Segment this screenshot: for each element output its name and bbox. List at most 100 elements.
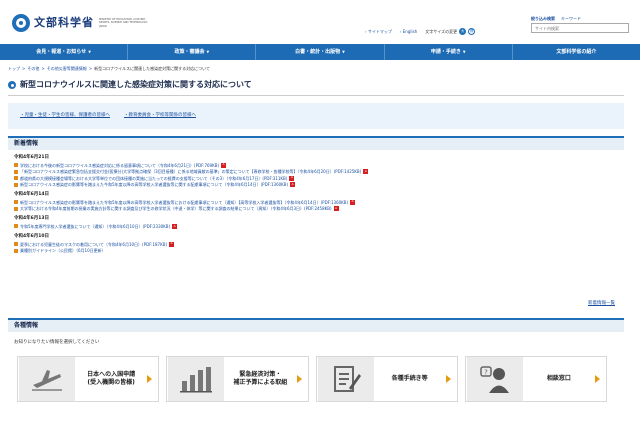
card-label: 相談窓口 [546, 374, 571, 382]
breadcrumb-separator: > [88, 66, 93, 71]
mext-logo-icon [12, 14, 30, 32]
logo[interactable]: 文部科学省 MINISTRY OF EDUCATION, CULTURE, SP… [12, 14, 154, 32]
pdf-icon: A [363, 168, 369, 175]
pdf-icon: A [333, 205, 339, 212]
news-item[interactable]: 夏季における児童生徒のマスクの着用について（令和4年6月10日）(PDF:187… [14, 241, 618, 247]
search-tabs: 絞り込み検索 キーワード [531, 16, 629, 21]
news-item[interactable]: 令和5年度専門学校入学者選抜について（通知）（令和4年6月10日）(PDF:23… [14, 224, 618, 229]
svg-text:?: ? [484, 369, 488, 377]
card-label: 緊急経済対策・ 補正予算による取組 [233, 370, 288, 386]
news-heading: 新着情報 [8, 136, 624, 150]
info-cards: 日本への入国申請 (受入機関の皆様) 緊急経済対策・ 補正予算による取組 各種手続き… [17, 356, 607, 402]
news-item[interactable]: 新型コロナウイルス感染症の影響等を踏まえた今和5年度以降の高等学校入学者選抜等に… [14, 181, 618, 188]
square-bullet-icon [14, 163, 18, 168]
breadcrumb-disaster[interactable]: その他災害等関連情報 [47, 66, 87, 71]
global-nav: 会見・報道・お知らせ ▼ 政策・審議会 ▼ 白書・統計・出版物 ▼ 申請・手続き ▼ 文… [0, 44, 640, 60]
triangle-right-icon [147, 375, 153, 383]
card-label: 日本への入国申請 (受入機関の皆様) [87, 370, 136, 386]
square-bullet-icon [14, 248, 18, 253]
nav-item-policy[interactable]: 政策・審議会 ▼ [128, 44, 257, 60]
triangle-right-icon [445, 375, 451, 383]
pdf-icon: A [289, 175, 295, 181]
news-group: 令和4年6月10日 夏季における児童生徒のマスクの着用について（令和4年6月10… [14, 234, 618, 253]
chevron-right-icon: › [399, 29, 402, 34]
site-header: 文部科学省 MINISTRY OF EDUCATION, CULTURE, SP… [0, 0, 640, 40]
site-search: 絞り込み検索 キーワード [531, 16, 629, 33]
fontsize-large-button[interactable]: 大 [459, 28, 467, 35]
square-bullet-icon [14, 242, 18, 246]
news-item[interactable]: 業種別ガイドライン（公民館）（6月10日更新） [14, 248, 618, 253]
breadcrumb-top[interactable]: トップ [8, 66, 20, 71]
pdf-icon: A [350, 199, 356, 205]
page-title: 新型コロナウイルスに関連した感染症対策に関する対応について [8, 80, 624, 96]
card-label: 各種手続き等 [391, 374, 428, 382]
chevron-down-icon: ▼ [462, 49, 466, 54]
search-tab-keyword[interactable]: キーワード [561, 16, 581, 21]
airplane-icon [19, 357, 75, 401]
news-item[interactable]: 大学等における令和4年度前期の授業の実施方針等に関する調査及び学生の修学状況（中… [14, 205, 618, 212]
page-title-text: 新型コロナウイルスに関連した感染症対策に関する対応について [20, 80, 252, 89]
breadcrumb-other[interactable]: その他 [27, 66, 39, 71]
pdf-icon: A [169, 241, 175, 247]
logo-text: 文部科学省 [34, 16, 94, 30]
chevron-down-icon: ▼ [342, 49, 345, 54]
chevron-down-icon: ▼ [206, 49, 210, 54]
news-list: 令和4年6月21日 学校における今後の新型コロナウイルス感染症対応に係る留意事項… [14, 155, 618, 258]
fontsize-standard-button[interactable]: 標 [468, 28, 476, 35]
pdf-icon: A [221, 162, 227, 168]
circle-bullet-icon [8, 81, 16, 89]
search-tab-detail[interactable]: 絞り込み検索 [531, 16, 555, 21]
chevron-down-icon: ▼ [88, 49, 91, 54]
card-economic-measures[interactable]: 緊急経済対策・ 補正予算による取組 [166, 356, 309, 402]
triangle-right-icon [296, 375, 302, 383]
card-procedures[interactable]: 各種手続き等 [315, 356, 458, 402]
nav-item-about[interactable]: 文部科学省の紹介 [513, 44, 640, 60]
news-item[interactable]: 新型コロナウイルス感染症の影響等を踏まえた令和5年度以降の高等学校入学者選抜等に… [14, 200, 618, 205]
square-bullet-icon [14, 169, 18, 174]
news-item[interactable]: 「新型コロナウイルス感染症緊急包括支援交付金(医療分)大学等拠点確保（3回目接種… [14, 168, 618, 175]
card-entry-application[interactable]: 日本への入国申請 (受入機関の皆様) [17, 356, 160, 402]
news-group: 令和4年6月21日 学校における今後の新型コロナウイルス感染症対応に係る留意事項… [14, 155, 618, 188]
breadcrumb: トップ > その他 > その他災害等関連情報 > 新型コロナウイルスに関連した感染症対… [8, 66, 210, 71]
related-links: ・児童・生徒・学生の皆様、保護者の皆様へ ・教育委員会・学校等関係の皆様へ [8, 103, 624, 129]
nav-item-publications[interactable]: 白書・統計・出版物 ▼ [256, 44, 385, 60]
chevron-right-icon: › [365, 29, 367, 34]
info-heading: 各種情報 [8, 318, 624, 332]
sitemap-link[interactable]: › サイトマップ [365, 29, 392, 34]
news-date: 令和4年6月10日 [14, 233, 50, 239]
form-pen-icon [317, 357, 374, 401]
triangle-right-icon [595, 375, 600, 383]
bar-chart-icon [168, 357, 225, 401]
search-input[interactable] [531, 23, 629, 33]
person-question-icon: ? [466, 357, 523, 401]
breadcrumb-separator: > [22, 66, 26, 71]
breadcrumb-separator: > [41, 66, 45, 71]
pdf-icon: A [290, 181, 296, 188]
breadcrumb-current: 新型コロナウイルスに関連した感染症対策に関する対応について [94, 66, 210, 71]
card-consultation[interactable]: ? 相談窓口 [464, 356, 607, 402]
nav-item-press[interactable]: 会見・報道・お知らせ ▼ [0, 44, 129, 60]
fontsize-label: 文字サイズの変更 [425, 29, 458, 34]
link-students-parents[interactable]: ・児童・生徒・学生の皆様、保護者の皆様へ [20, 113, 110, 119]
news-date: 令和4年6月21日 [14, 155, 50, 160]
news-item[interactable]: 都道府県の大規模接種会場等における大学等単位での団体接種の実施に当たっての経費の… [14, 175, 618, 181]
link-boards-schools[interactable]: ・教育委員会・学校等関係の皆様へ [124, 113, 196, 119]
news-group: 令和4年6月13日 令和5年度専門学校入学者選抜について（通知）（令和4年6月1… [14, 216, 618, 229]
square-bullet-icon [14, 200, 18, 205]
english-link[interactable]: › English [400, 29, 417, 34]
square-bullet-icon [14, 182, 18, 187]
news-more-link[interactable]: 新着情報一覧 [588, 301, 615, 307]
news-group: 令和4年6月14日 新型コロナウイルス感染症の影響等を踏まえた令和5年度以降の高… [14, 192, 618, 212]
utility-links: › サイトマップ › English 文字サイズの変更 大 標 [365, 28, 476, 35]
info-note: お知りになりたい情報を選択してください [14, 340, 100, 345]
news-item[interactable]: 学校における今後の新型コロナウイルス感染症対応に係る留意事項について（令和4年6… [14, 162, 618, 168]
square-bullet-icon [14, 206, 18, 211]
square-bullet-icon [14, 176, 18, 181]
fontsize-switcher: 文字サイズの変更 大 標 [425, 28, 476, 35]
news-date: 令和4年6月13日 [14, 216, 50, 222]
news-date: 令和4年6月14日 [14, 192, 50, 198]
logo-subtitle: MINISTRY OF EDUCATION, CULTURE, SPORTS, … [99, 17, 148, 28]
pdf-icon: A [172, 223, 178, 229]
nav-item-applications[interactable]: 申請・手続き ▼ [385, 44, 513, 60]
square-bullet-icon [14, 224, 18, 229]
